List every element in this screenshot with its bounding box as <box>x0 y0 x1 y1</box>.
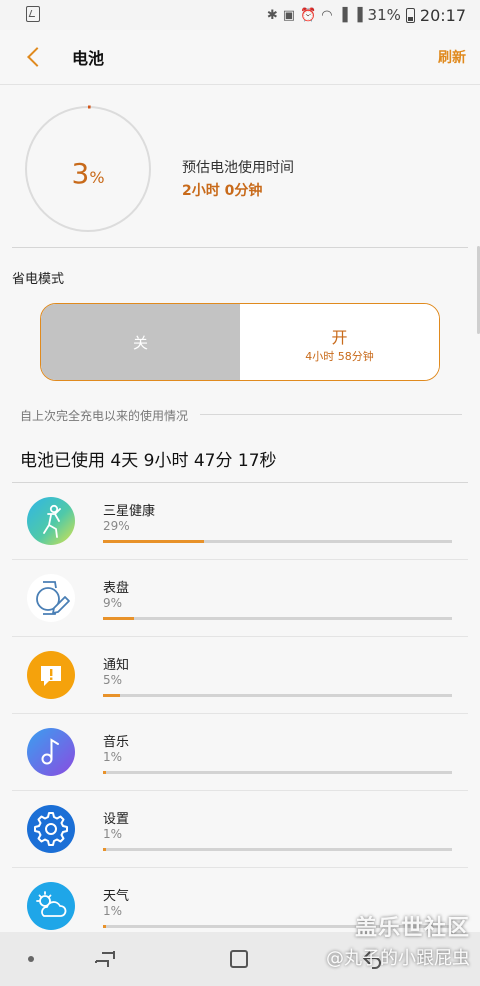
nfc-icon: ▣ <box>282 7 296 23</box>
app-percent: 1% <box>103 750 123 764</box>
battery-level-text: 3% <box>24 157 152 190</box>
estimate-label: 预估电池使用时间 <box>182 160 294 176</box>
battery-percent: 31% <box>367 6 401 24</box>
power-saving-toggle: 关 开 4小时 58分钟 <box>40 303 440 381</box>
screenshot-notification-icon <box>26 6 40 22</box>
estimate-value: 2小时 0分钟 <box>182 183 263 199</box>
usage-bar-fill <box>103 694 121 697</box>
app-percent: 1% <box>103 904 123 918</box>
on-sublabel: 4小时 58分钟 <box>305 350 374 363</box>
divider <box>12 247 468 248</box>
bluetooth-icon: ✱ <box>266 7 278 23</box>
list-item[interactable]: 设置 1% <box>0 791 480 868</box>
usage-bar <box>103 540 452 543</box>
notification-icon <box>27 651 75 699</box>
refresh-button[interactable]: 刷新 <box>438 47 466 67</box>
settings-gear-icon <box>27 805 75 853</box>
list-item[interactable]: 三星健康 29% <box>0 483 480 560</box>
clock: 20:17 <box>419 5 466 25</box>
power-saving-on-option[interactable]: 开 4小时 58分钟 <box>240 304 439 380</box>
app-header: 电池 刷新 <box>0 30 480 85</box>
watermark-author: @丸子的小跟屁虫 <box>326 948 470 969</box>
app-name: 通知 <box>103 658 130 673</box>
status-bar: ✱ ▣ ⏰ ◠ ▐ ▐ 31% 20:17 <box>0 0 480 30</box>
usage-bar-fill <box>103 771 107 774</box>
battery-screen: ✱ ▣ ⏰ ◠ ▐ ▐ 31% 20:17 电池 刷新 3% 预估电池使用时间 … <box>0 0 480 986</box>
app-percent: 5% <box>103 673 123 687</box>
signal-4g-icon: ▐ <box>337 7 348 23</box>
status-icons: ✱ ▣ ⏰ ◠ ▐ ▐ 31% 20:17 <box>267 4 466 26</box>
back-arrow-icon[interactable] <box>22 44 46 70</box>
battery-icon <box>405 7 415 23</box>
samsung-health-icon <box>27 497 75 545</box>
list-item[interactable]: 表盘 9% <box>0 560 480 637</box>
battery-level-symbol: % <box>89 168 105 187</box>
recent-apps-icon[interactable] <box>94 950 116 970</box>
weather-icon <box>27 882 75 930</box>
battery-level-number: 3 <box>71 157 90 190</box>
usage-bar-fill <box>103 848 107 851</box>
app-name: 设置 <box>103 812 130 827</box>
hide-keys-dot-icon[interactable] <box>28 956 34 962</box>
watermark-title: 盖乐世社区 <box>354 916 470 941</box>
alarm-icon: ⏰ <box>300 7 317 23</box>
usage-caption: 自上次完全充电以来的使用情况 <box>20 409 189 423</box>
usage-bar <box>103 617 452 620</box>
page-title: 电池 <box>72 49 105 68</box>
usage-bar-fill <box>103 925 107 928</box>
home-icon[interactable] <box>230 950 248 968</box>
power-saving-off-option[interactable]: 关 <box>41 304 240 380</box>
signal-4g-icon: ▐ <box>352 7 363 23</box>
list-item[interactable]: 音乐 1% <box>0 714 480 791</box>
list-item[interactable]: 通知 5% <box>0 637 480 714</box>
app-name: 三星健康 <box>103 504 156 519</box>
app-percent: 1% <box>103 827 123 841</box>
usage-bar <box>103 848 452 851</box>
usage-total: 电池已使用 4天 9小时 47分 17秒 <box>20 451 277 471</box>
usage-bar <box>103 771 452 774</box>
watch-face-icon <box>27 574 75 622</box>
music-icon <box>27 728 75 776</box>
power-saving-label: 省电模式 <box>12 272 65 287</box>
usage-bar-fill <box>103 540 205 543</box>
app-name: 天气 <box>103 889 130 904</box>
usage-bar-fill <box>103 617 135 620</box>
app-percent: 29% <box>103 519 130 533</box>
battery-level-ring: 3% <box>24 105 152 233</box>
app-percent: 9% <box>103 596 123 610</box>
usage-bar <box>103 694 452 697</box>
on-label: 开 <box>331 328 348 347</box>
app-name: 音乐 <box>103 735 130 750</box>
off-label: 关 <box>132 333 148 352</box>
app-name: 表盘 <box>103 581 130 596</box>
wifi-icon: ◠ <box>321 7 333 23</box>
divider <box>200 414 462 415</box>
